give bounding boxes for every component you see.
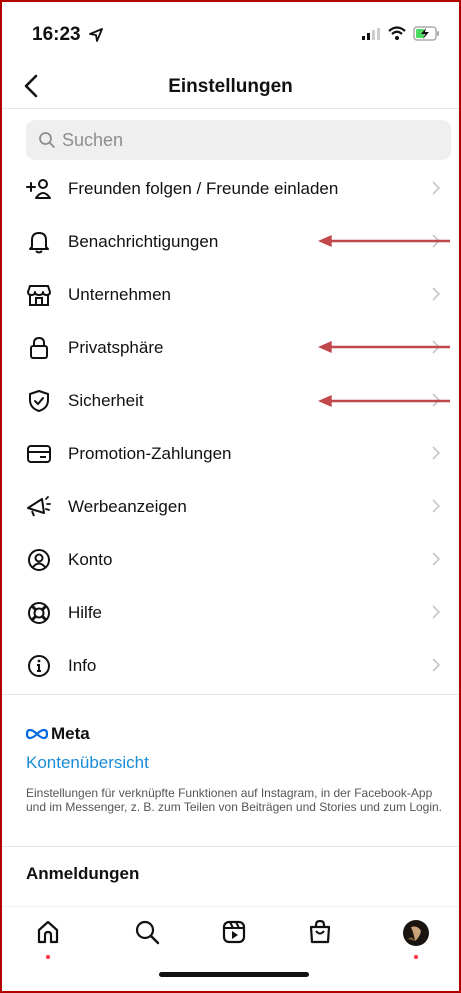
tab-home[interactable] <box>28 919 68 959</box>
card-icon <box>26 441 52 467</box>
status-icons <box>361 26 441 41</box>
settings-item-label: Unternehmen <box>68 284 172 304</box>
accounts-center-description: Einstellungen für verknüpfte Funktionen … <box>26 786 443 814</box>
settings-item-label: Freunden folgen / Freunde einladen <box>68 178 339 198</box>
home-indicator <box>159 972 309 977</box>
section-divider <box>2 846 459 847</box>
section-divider <box>2 694 459 695</box>
chevron-right-icon <box>432 181 441 195</box>
page-title: Einstellungen <box>168 76 293 97</box>
signal-icon <box>362 27 380 40</box>
shop-icon <box>309 919 331 944</box>
phone-screen: { "status_bar": {"time": "16:23"}, "nav"… <box>0 0 461 993</box>
location-arrow-icon <box>88 28 103 42</box>
tab-bar <box>2 906 459 963</box>
settings-item-label: Konto <box>68 549 113 569</box>
annotation-arrow-security <box>318 395 450 407</box>
chevron-right-icon <box>432 658 441 672</box>
lifebuoy-icon <box>26 600 52 626</box>
account-icon <box>26 547 52 573</box>
chevron-right-icon <box>432 499 441 513</box>
chevron-right-icon <box>432 552 441 566</box>
settings-item-label: Promotion-Zahlungen <box>68 443 232 463</box>
chevron-right-icon <box>432 605 441 619</box>
home-icon <box>37 920 59 944</box>
settings-item-help[interactable]: Hilfe <box>2 586 459 639</box>
settings-item-label: Hilfe <box>68 602 103 622</box>
chevron-right-icon <box>432 446 441 460</box>
tab-profile[interactable] <box>396 919 436 959</box>
settings-item-label: Benachrichtigungen <box>68 231 219 251</box>
battery-charging-icon <box>413 26 439 41</box>
meta-logo-text: Meta <box>51 724 90 743</box>
search-icon <box>39 132 55 148</box>
wifi-icon <box>388 26 406 40</box>
lock-icon <box>26 335 52 361</box>
settings-item-promotion-payments[interactable]: Promotion-Zahlungen <box>2 427 459 480</box>
chevron-right-icon <box>432 287 441 301</box>
profile-avatar <box>403 920 429 946</box>
add-friend-icon <box>26 176 52 202</box>
notification-dot <box>46 955 50 959</box>
tab-reels[interactable] <box>214 919 254 959</box>
shield-icon <box>26 388 52 414</box>
notification-dot <box>414 955 418 959</box>
status-time: 16:23 <box>32 24 103 46</box>
settings-item-ads[interactable]: Werbeanzeigen <box>2 480 459 533</box>
annotation-arrow-privacy <box>318 341 450 353</box>
meta-logo: Meta <box>26 724 90 744</box>
logins-heading: Anmeldungen <box>26 864 140 883</box>
accounts-center-link[interactable]: Kontenübersicht <box>26 753 149 773</box>
nav-header: Einstellungen <box>2 64 459 109</box>
meta-infinity-icon <box>26 728 48 740</box>
search-placeholder: Suchen <box>62 129 124 150</box>
settings-item-business[interactable]: Unternehmen <box>2 268 459 321</box>
annotation-arrow-notifications <box>318 235 450 247</box>
settings-item-label: Sicherheit <box>68 390 144 410</box>
tab-shop[interactable] <box>300 919 340 959</box>
search-icon <box>135 920 160 945</box>
search-input[interactable]: Suchen <box>26 120 451 160</box>
settings-item-account[interactable]: Konto <box>2 533 459 586</box>
settings-item-label: Werbeanzeigen <box>68 496 187 516</box>
bell-icon <box>26 229 52 255</box>
status-bar: 16:23 <box>2 2 459 64</box>
settings-item-label: Privatsphäre <box>68 337 164 357</box>
tab-search[interactable] <box>127 919 167 959</box>
info-icon <box>26 653 52 679</box>
reels-icon <box>222 920 246 944</box>
megaphone-icon <box>26 494 52 520</box>
settings-item-label: Info <box>68 655 97 675</box>
store-icon <box>26 282 52 308</box>
settings-item-friends[interactable]: Freunden folgen / Freunde einladen <box>2 162 459 215</box>
settings-item-info[interactable]: Info <box>2 639 459 692</box>
